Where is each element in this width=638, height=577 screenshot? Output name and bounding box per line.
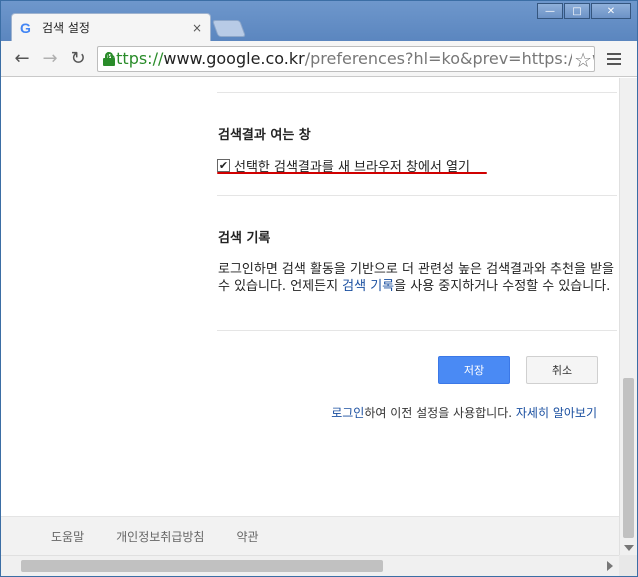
scroll-down-arrow-icon[interactable] [624,545,634,551]
open-results-title: 검색결과 여는 창 [218,128,311,143]
section-divider [217,330,617,331]
google-favicon-icon: G [20,19,31,36]
history-text-after: 을 사용 중지하거나 수정할 수 있습니다. [394,279,611,294]
scrollbar-corner [619,555,637,576]
footer-help-link[interactable]: 도움말 [51,528,84,545]
new-tab-button[interactable] [211,20,247,37]
signin-link[interactable]: 로그인 [331,406,364,420]
open-new-window-checkbox[interactable]: ✔ [217,159,230,172]
title-bar: G 검색 설정 × — □ ✕ [1,1,637,41]
page-footer: 도움말 개인정보취급방침 약관 [1,516,619,555]
learn-more-link[interactable]: 자세히 알아보기 [516,406,597,420]
window-controls: — □ ✕ [536,3,631,19]
address-bar[interactable]: https://www.google.co.kr/preferences?hl=… [97,45,595,72]
reload-button[interactable]: ↻ [65,46,91,72]
horizontal-scrollbar[interactable] [1,555,619,576]
vertical-scroll-thumb[interactable] [623,378,634,538]
search-history-title: 검색 기록 [218,231,271,246]
minimize-button[interactable]: — [537,3,563,19]
scroll-right-arrow-icon[interactable] [607,561,613,571]
section-divider [217,92,617,93]
footer-privacy-link[interactable]: 개인정보취급방침 [116,528,204,545]
tab-search-settings[interactable]: G 검색 설정 × [11,13,211,41]
search-history-link[interactable]: 검색 기록 [342,279,394,294]
back-button[interactable]: ← [9,46,35,72]
page-viewport: 검색결과 여는 창 ✔ 선택한 검색결과를 새 브라우저 창에서 열기 검색 기… [1,78,619,555]
footer-terms-link[interactable]: 약관 [236,528,258,545]
tab-close-icon[interactable]: × [192,21,202,35]
chrome-menu-icon[interactable] [601,46,627,72]
section-divider [217,195,617,196]
browser-toolbar: ← → ↻ https://www.google.co.kr/preferenc… [1,41,637,77]
save-button[interactable]: 저장 [438,356,510,384]
bookmark-star-icon[interactable]: ☆ [572,47,592,71]
close-window-button[interactable]: ✕ [591,3,631,19]
url-host: www.google.co.kr [163,49,305,68]
checkmark-icon: ✔ [218,159,229,172]
search-history-description: 로그인하면 검색 활동을 기반으로 더 관련성 높은 검색결과와 추천을 받을 … [218,261,616,295]
maximize-button[interactable]: □ [564,3,590,19]
tab-title: 검색 설정 [42,21,90,35]
browser-window: G 검색 설정 × — □ ✕ ← → ↻ https://www.google… [0,0,638,577]
forward-button[interactable]: → [37,46,63,72]
horizontal-scroll-thumb[interactable] [21,560,383,572]
signin-message: 로그인하여 이전 설정을 사용합니다. 자세히 알아보기 [331,404,597,421]
cancel-button[interactable]: 취소 [526,356,598,384]
signin-text: 하여 이전 설정을 사용합니다. [364,406,516,420]
url-path: /preferences?hl=ko&prev=https://www [304,49,595,68]
red-annotation-underline [217,172,487,174]
url-text[interactable]: https://www.google.co.kr/preferences?hl=… [106,49,595,68]
vertical-scrollbar[interactable] [619,78,637,555]
